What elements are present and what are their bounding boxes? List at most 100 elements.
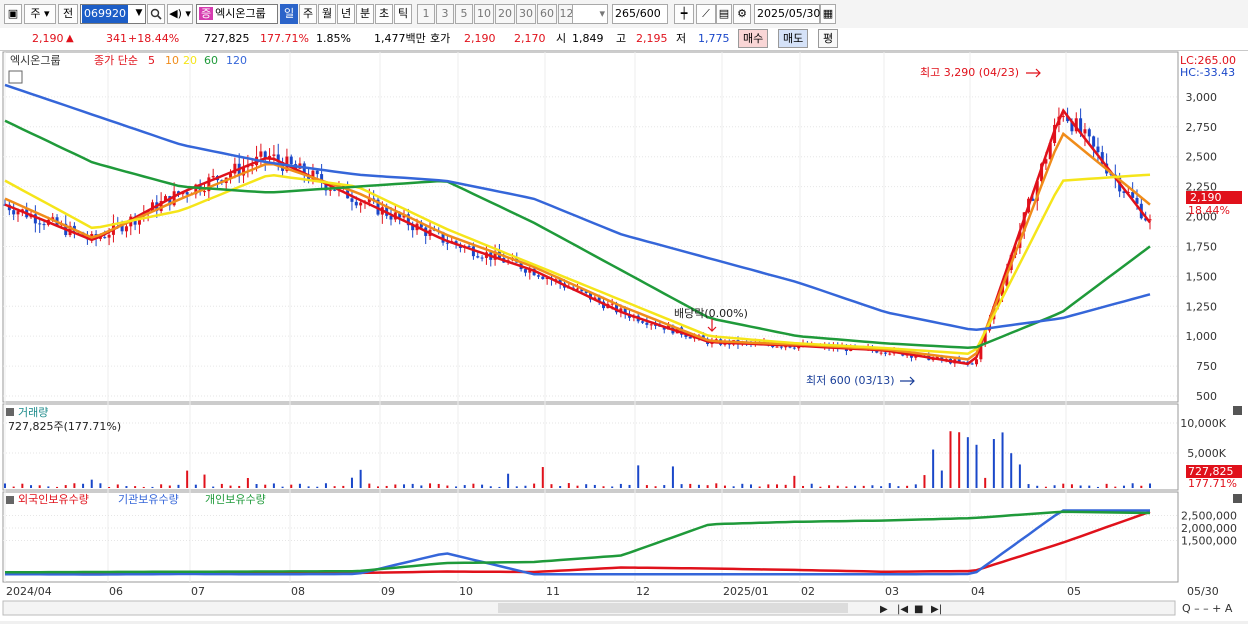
indicator-icon[interactable]: ⟋ bbox=[696, 4, 716, 24]
zoom-controls-icon[interactable]: Q – – + A bbox=[1182, 602, 1233, 615]
volume-bar bbox=[324, 483, 327, 488]
scrollbar-thumb[interactable] bbox=[498, 603, 848, 613]
interval-button-10[interactable]: 10 bbox=[474, 4, 494, 24]
price-tick-label: 750 bbox=[1196, 360, 1217, 373]
volume-bar bbox=[229, 485, 232, 488]
close-panel-icon[interactable] bbox=[1233, 494, 1242, 503]
volume-bar bbox=[845, 486, 848, 488]
stock-code-value: 069920 bbox=[82, 5, 128, 23]
volume-bar bbox=[238, 485, 241, 488]
count-field[interactable]: 265/600 bbox=[612, 4, 668, 24]
volume-bar bbox=[923, 475, 926, 488]
ma-period-120: 120 bbox=[226, 54, 247, 67]
close-panel-icon[interactable] bbox=[1233, 406, 1242, 415]
interval-buttons: 1 3 5 10 20 30 60 120 bbox=[417, 4, 582, 24]
calculator-icon[interactable] bbox=[8, 70, 23, 84]
volume-bar bbox=[429, 483, 432, 488]
candle-body bbox=[16, 211, 20, 215]
playback-control-icon[interactable]: ▶ bbox=[880, 604, 888, 615]
layout-icon[interactable]: ▣ bbox=[4, 4, 22, 24]
x-axis-label: 11 bbox=[546, 585, 560, 598]
volume-bar bbox=[21, 483, 24, 488]
holdings-tick-label: 1,500,000 bbox=[1181, 535, 1237, 548]
volume-bar bbox=[836, 485, 839, 488]
x-axis-label: 08 bbox=[291, 585, 305, 598]
volume-bar bbox=[932, 449, 935, 488]
period-tab-5[interactable]: 초 bbox=[375, 4, 393, 24]
price-tag: 2,190 bbox=[1190, 191, 1222, 204]
interval-input[interactable]: ▾ bbox=[572, 4, 608, 24]
volume-value: 727,825 bbox=[204, 32, 250, 45]
volume-bar bbox=[1062, 483, 1065, 488]
candle-body bbox=[12, 210, 16, 215]
volume-bar bbox=[307, 486, 310, 488]
playback-control-icon[interactable]: ▶| bbox=[931, 604, 942, 615]
candle-body bbox=[328, 189, 332, 191]
search-icon[interactable] bbox=[147, 4, 165, 24]
candle-body bbox=[272, 154, 276, 156]
price-tick-label: 3,000 bbox=[1186, 91, 1218, 104]
speaker-icon[interactable]: ◀) ▾ bbox=[167, 4, 193, 24]
volume-bar bbox=[342, 485, 345, 488]
volume-bar bbox=[1140, 485, 1143, 488]
period-tab-2[interactable]: 월 bbox=[318, 4, 336, 24]
volume-bar bbox=[984, 477, 987, 488]
period-tab-1[interactable]: 주 bbox=[299, 4, 317, 24]
low-price: 1,775 bbox=[698, 32, 730, 45]
interval-button-5[interactable]: 5 bbox=[455, 4, 473, 24]
volume-bar bbox=[350, 477, 353, 488]
candle-body bbox=[1092, 136, 1096, 147]
gear-icon[interactable]: ⚙ bbox=[733, 4, 751, 24]
period-tab-6[interactable]: 틱 bbox=[394, 4, 412, 24]
market-label: 주 bbox=[30, 7, 41, 20]
playback-control-icon[interactable]: ■ bbox=[914, 604, 923, 615]
period-tab-4[interactable]: 분 bbox=[356, 4, 374, 24]
candle-body bbox=[350, 198, 354, 202]
date-field[interactable]: 2025/05/30 bbox=[754, 4, 820, 24]
volume-bar bbox=[82, 483, 85, 488]
period-tab-0[interactable]: 일 bbox=[280, 4, 298, 24]
price-tick-label: 1,250 bbox=[1186, 300, 1218, 313]
buy-button[interactable]: 매수 bbox=[738, 29, 769, 48]
volume-bar bbox=[680, 484, 683, 488]
market-select[interactable]: 주 ▾ bbox=[24, 4, 56, 24]
turnover-rate: 1.85% bbox=[316, 32, 351, 45]
candle-body bbox=[185, 192, 189, 195]
open-price: 1,849 bbox=[572, 32, 604, 45]
interval-button-1[interactable]: 1 bbox=[417, 4, 435, 24]
high-annotation: 최고 3,290 (04/23) bbox=[920, 66, 1019, 79]
volume-bar bbox=[645, 485, 648, 488]
playback-control-icon[interactable]: |◀ bbox=[897, 604, 908, 615]
x-axis-label: 12 bbox=[636, 585, 650, 598]
chart-svg[interactable]: 3,0002,7502,5002,2502,0001,7501,5001,250… bbox=[0, 51, 1248, 621]
high-price: 2,195 bbox=[636, 32, 668, 45]
save-icon[interactable]: ▤ bbox=[716, 4, 732, 24]
holdings-tick-label: 2,500,000 bbox=[1181, 510, 1237, 523]
interval-button-20[interactable]: 20 bbox=[495, 4, 515, 24]
volume-bar bbox=[611, 486, 614, 488]
volume-bar bbox=[385, 485, 388, 488]
interval-button-60[interactable]: 60 bbox=[537, 4, 557, 24]
candle-body bbox=[445, 242, 449, 244]
code-dropdown-icon[interactable]: ▼ bbox=[132, 4, 146, 24]
stock-name-field[interactable]: 증 엑시온그룹 bbox=[196, 4, 278, 24]
volume-bar bbox=[142, 486, 145, 488]
calendar-icon[interactable]: ▦ bbox=[820, 4, 836, 24]
volume-bar bbox=[264, 484, 267, 488]
candle-body bbox=[289, 156, 293, 165]
ma-period-10: 10 bbox=[165, 54, 179, 67]
sell-button[interactable]: 매도 bbox=[778, 29, 809, 48]
volume-bar bbox=[481, 484, 484, 488]
eval-button[interactable]: 평 bbox=[818, 29, 839, 48]
interval-button-3[interactable]: 3 bbox=[436, 4, 454, 24]
candle-body bbox=[970, 363, 974, 365]
period-tab-3[interactable]: 년 bbox=[337, 4, 355, 24]
prefix-select[interactable]: 전 bbox=[58, 4, 78, 24]
volume-bar bbox=[749, 484, 752, 488]
volume-bar bbox=[403, 484, 406, 488]
price-panel[interactable] bbox=[2, 51, 1179, 403]
interval-button-30[interactable]: 30 bbox=[516, 4, 536, 24]
candle-type-icon[interactable]: ┿ bbox=[674, 4, 694, 24]
volume-bar bbox=[515, 486, 518, 488]
chart-area[interactable]: 3,000 2,750 2,500 2,250 2,000 1,750 1,500 1,250… bbox=[0, 51, 1248, 621]
